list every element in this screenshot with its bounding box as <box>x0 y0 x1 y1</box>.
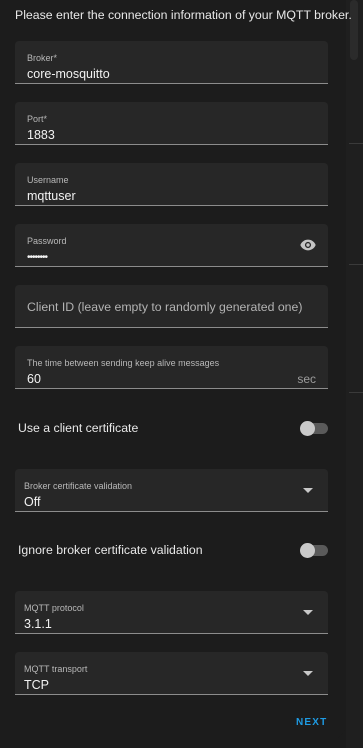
username-field[interactable]: Username mqttuser <box>15 163 328 206</box>
ignore-validation-label: Ignore broker certificate validation <box>18 543 203 557</box>
client-certificate-label: Use a client certificate <box>18 421 139 435</box>
broker-value: core-mosquitto <box>27 67 110 81</box>
dropdown-arrow-icon <box>303 610 313 615</box>
toggle-thumb <box>300 543 315 558</box>
dropdown-arrow-icon <box>303 671 313 676</box>
port-value: 1883 <box>27 128 55 142</box>
ignore-validation-toggle[interactable] <box>300 543 328 558</box>
broker-label: Broker* <box>27 53 58 63</box>
next-button[interactable]: NEXT <box>296 717 327 728</box>
broker-field[interactable]: Broker* core-mosquitto <box>15 41 328 84</box>
keepalive-suffix: sec <box>297 372 316 386</box>
mqtt-transport-label: MQTT transport <box>24 664 88 674</box>
broker-cert-validation-label: Broker certificate validation <box>24 481 133 491</box>
toggle-thumb <box>300 421 315 436</box>
mqtt-transport-value: TCP <box>24 678 49 692</box>
client-certificate-row: Use a client certificate <box>18 417 328 441</box>
mqtt-config-dialog: Please enter the connection information … <box>0 0 352 741</box>
dropdown-arrow-icon <box>303 488 313 493</box>
client-id-field[interactable]: Client ID (leave empty to randomly gener… <box>15 285 328 328</box>
mqtt-protocol-label: MQTT protocol <box>24 603 84 613</box>
mqtt-protocol-select[interactable]: MQTT protocol 3.1.1 <box>15 591 328 634</box>
client-certificate-toggle[interactable] <box>300 421 328 436</box>
background-divider <box>349 143 363 144</box>
keepalive-value: 60 <box>27 372 41 386</box>
username-value: mqttuser <box>27 189 76 203</box>
broker-cert-validation-select[interactable]: Broker certificate validation Off <box>15 469 328 512</box>
eye-icon[interactable] <box>300 239 316 251</box>
scrollbar[interactable] <box>346 0 363 748</box>
password-label: Password <box>27 236 67 246</box>
mqtt-transport-select[interactable]: MQTT transport TCP <box>15 652 328 695</box>
background-divider <box>349 264 363 265</box>
ignore-validation-row: Ignore broker certificate validation <box>18 539 328 563</box>
password-field[interactable]: Password •••••••• <box>15 224 328 267</box>
port-label: Port* <box>27 114 48 124</box>
keepalive-field[interactable]: The time between sending keep alive mess… <box>15 346 328 389</box>
background-divider <box>349 392 363 393</box>
intro-text: Please enter the connection information … <box>15 8 352 22</box>
password-value: •••••••• <box>27 252 48 263</box>
keepalive-label: The time between sending keep alive mess… <box>27 358 220 368</box>
port-field[interactable]: Port* 1883 <box>15 102 328 145</box>
username-label: Username <box>27 175 69 185</box>
broker-cert-validation-value: Off <box>24 495 41 509</box>
mqtt-protocol-value: 3.1.1 <box>24 617 52 631</box>
client-id-placeholder: Client ID (leave empty to randomly gener… <box>27 300 303 314</box>
